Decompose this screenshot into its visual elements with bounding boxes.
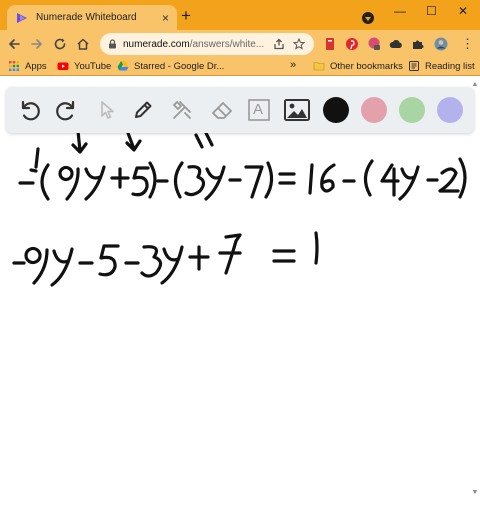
back-icon[interactable] [6,36,22,52]
reload-icon[interactable] [52,36,68,52]
handwritten-equation-line-2 [12,231,319,287]
bookmark-youtube-label: YouTube [74,60,112,72]
bookmarks-bar: Apps YouTube Starred - Google Dr... » Ot… [0,58,480,76]
bookmark-other-label: Other bookmarks [330,60,403,72]
scroll-up-arrow[interactable]: ▲ [470,79,480,89]
handwritten-equation-line-1 [18,129,467,201]
home-icon[interactable] [75,36,91,52]
redo-icon[interactable] [54,97,80,123]
reading-list-button[interactable]: Reading list [408,60,475,72]
pinterest-icon[interactable] [345,37,359,51]
puzzle-icon[interactable] [411,37,425,51]
undo-icon[interactable] [16,97,42,123]
handwriting-strokes [12,129,467,287]
url-text: numerade.com/answers/white... [123,38,265,50]
tab-strip: Numerade Whiteboard × + — ☐ ✕ [0,0,480,30]
cloud-extension-icon[interactable] [389,37,403,51]
new-tab-button[interactable]: + [181,7,191,24]
bookmark-apps[interactable]: Apps [8,60,47,72]
tab-close-icon[interactable]: × [162,12,169,24]
text-tool-label: A [253,101,264,118]
lock-icon[interactable] [108,39,117,49]
tab-numerade-whiteboard[interactable]: Numerade Whiteboard × [7,5,177,30]
youtube-icon [57,62,69,70]
red-extension-icon[interactable] [323,37,337,51]
color-swatch-pink[interactable] [361,97,387,123]
bookmark-starred-google-drive[interactable]: Starred - Google Dr... [117,60,224,72]
reading-list-icon [409,61,419,71]
scroll-down-arrow[interactable]: ▼ [470,487,480,497]
tab-search-icon[interactable] [362,12,374,24]
pointer-icon[interactable] [94,97,120,123]
bookmark-starred-label: Starred - Google Dr... [134,60,225,72]
browser-toolbar: numerade.com/answers/white... ⋮ [0,30,480,58]
color-swatch-purple[interactable] [437,97,463,123]
pen-icon[interactable] [130,97,156,123]
color-swatch-black[interactable] [323,97,349,123]
minimize-button[interactable]: — [394,5,406,17]
address-bar[interactable]: numerade.com/answers/white... [100,33,314,55]
browser-menu-icon[interactable]: ⋮ [461,37,474,50]
apps-grid-icon [9,61,19,71]
whiteboard-toolbar: A [6,87,474,133]
color-swatch-green[interactable] [399,97,425,123]
numerade-favicon-icon [17,12,27,23]
star-icon[interactable] [292,37,306,51]
google-drive-icon [117,61,129,71]
bookmark-apps-label: Apps [25,60,47,72]
forward-icon[interactable] [29,36,45,52]
folder-icon [313,62,325,71]
bookmarks-overflow-button[interactable]: » [290,59,296,71]
whiteboard-canvas[interactable]: A ▲ ▼ [0,77,480,512]
avatar-icon[interactable] [434,37,448,51]
tools-icon[interactable] [169,97,195,123]
tab-title: Numerade Whiteboard [36,12,137,23]
eraser-icon[interactable] [209,97,235,123]
text-icon[interactable]: A [246,97,272,123]
share-icon[interactable] [272,37,286,51]
close-window-button[interactable]: ✕ [458,5,468,17]
bookmark-other-bookmarks[interactable]: Other bookmarks [313,60,403,72]
maximize-button[interactable]: ☐ [426,5,437,17]
notifications-extension-icon[interactable] [367,37,381,51]
reading-list-label: Reading list [425,60,475,72]
image-icon[interactable] [284,97,310,123]
bookmark-youtube[interactable]: YouTube [57,60,111,72]
